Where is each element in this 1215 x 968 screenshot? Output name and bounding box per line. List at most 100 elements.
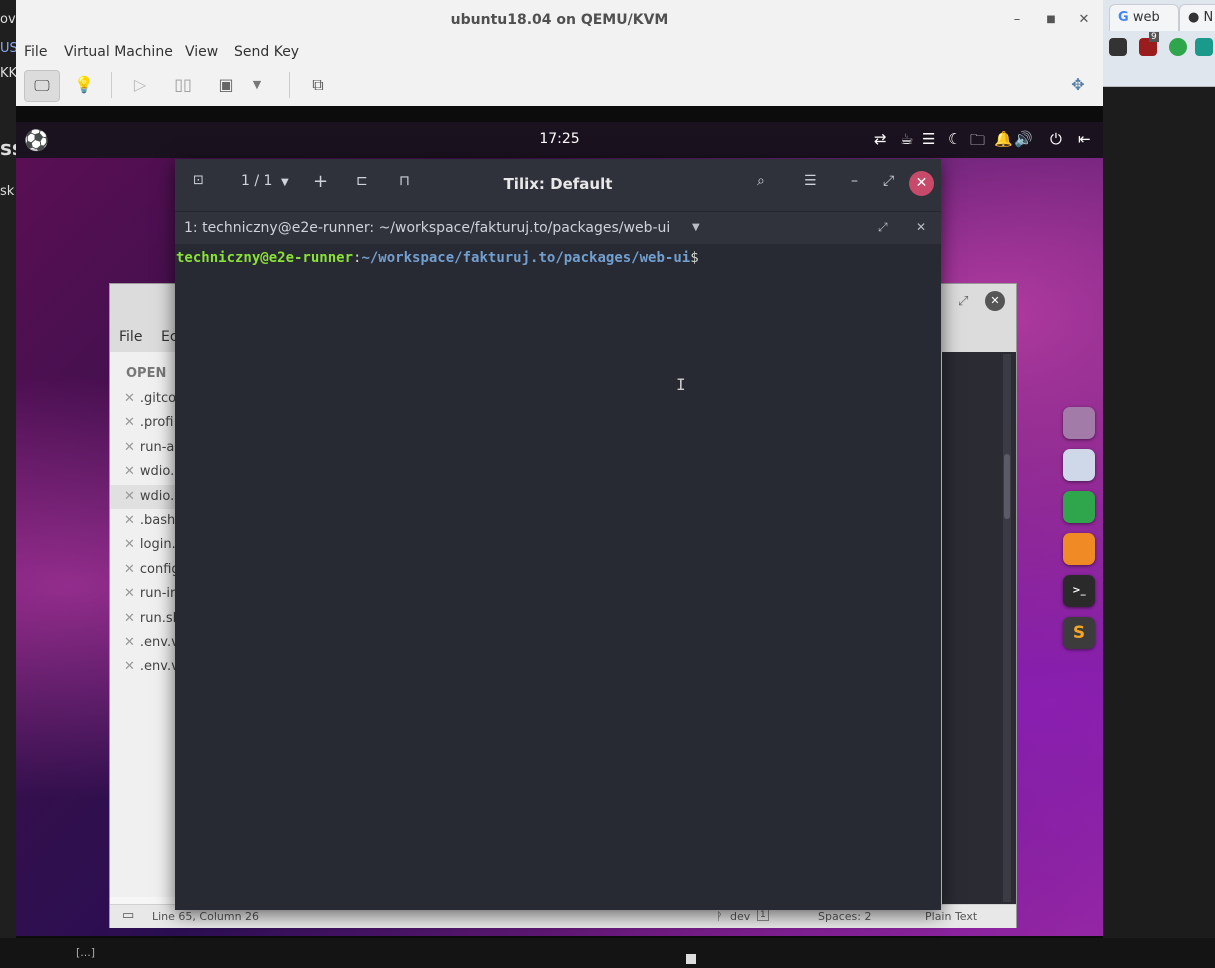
menu-virtual-machine[interactable]: Virtual Machine bbox=[64, 44, 173, 60]
host-left-edge: ov US KK ss sk bbox=[0, 0, 24, 968]
close-file-icon[interactable]: ✕ bbox=[124, 562, 135, 577]
vm-toolbar: 🖵 💡 ▷ ▯▯ ▣ ▼ ⧉ ✥ bbox=[16, 64, 1103, 107]
files-app-icon[interactable] bbox=[1063, 407, 1095, 439]
open-file-item[interactable]: ✕ .bash bbox=[124, 513, 180, 528]
folder-icon[interactable]: 🗀 bbox=[970, 130, 985, 155]
notification-bell-icon[interactable]: 🔔 bbox=[994, 130, 1013, 148]
open-file-item[interactable]: ✕ login. bbox=[124, 537, 180, 552]
open-file-item[interactable]: ✕ run-ir bbox=[124, 586, 180, 601]
maximize-icon[interactable]: ⤢ bbox=[883, 173, 894, 189]
open-file-item[interactable]: ✕ .env.v bbox=[124, 635, 180, 650]
open-file-item[interactable]: ✕ run.sl bbox=[124, 611, 180, 626]
open-file-item[interactable]: ✕ config bbox=[124, 562, 180, 577]
shutdown-menu-chevron-icon[interactable]: ▼ bbox=[247, 70, 267, 100]
details-view-button[interactable]: 💡 bbox=[67, 70, 101, 100]
cursor-position[interactable]: Line 65, Column 26 bbox=[152, 910, 259, 923]
browser-tab[interactable]: ● N bbox=[1179, 4, 1215, 31]
minimize-icon[interactable]: – bbox=[1007, 10, 1027, 30]
coffee-icon[interactable]: ☕ bbox=[900, 130, 913, 148]
search-icon[interactable]: ⌕ bbox=[757, 173, 765, 189]
file-name: .bash bbox=[139, 513, 176, 528]
pause-button[interactable]: ▯▯ bbox=[166, 70, 200, 100]
file-name: config bbox=[139, 562, 180, 577]
logout-icon[interactable]: ⇤ bbox=[1078, 130, 1091, 148]
prompt-path: ~/workspace/fakturuj.to/packages/web-ui bbox=[361, 250, 691, 266]
browser-tab[interactable]: G web bbox=[1109, 4, 1179, 31]
hamburger-menu-icon[interactable]: ☰ bbox=[804, 173, 817, 189]
close-icon[interactable]: ✕ bbox=[1074, 10, 1094, 30]
extension-icon[interactable] bbox=[1169, 38, 1187, 56]
open-file-item[interactable]: ✕ .profi bbox=[124, 415, 180, 430]
terminal-title[interactable]: 1: techniczny@e2e-runner: ~/workspace/fa… bbox=[184, 220, 670, 236]
web-browser-app-icon[interactable] bbox=[1063, 449, 1095, 481]
close-file-icon[interactable]: ✕ bbox=[124, 586, 135, 601]
add-terminal-right-icon[interactable]: ⊏ bbox=[356, 173, 368, 189]
sublime-text-app-icon[interactable]: S bbox=[1063, 617, 1095, 649]
terminal-app-icon[interactable]: >_ bbox=[1063, 575, 1095, 607]
close-file-icon[interactable]: ✕ bbox=[124, 659, 135, 674]
add-session-icon[interactable]: + bbox=[313, 171, 328, 192]
git-branch[interactable]: dev bbox=[730, 910, 750, 923]
language-setting[interactable]: Plain Text bbox=[925, 910, 977, 923]
fullscreen-icon[interactable]: ✥ bbox=[1061, 70, 1095, 100]
host-fragment: ov bbox=[0, 12, 16, 27]
terminal-close-icon[interactable]: ✕ bbox=[916, 220, 926, 234]
terminal-maximize-icon[interactable]: ⤢ bbox=[878, 220, 888, 235]
menu-file[interactable]: File bbox=[24, 44, 47, 60]
power-icon[interactable]: ⏻ bbox=[1050, 130, 1062, 148]
maximize-icon[interactable]: ■ bbox=[1041, 10, 1061, 30]
guest-clock[interactable]: 17:25 bbox=[16, 131, 1103, 147]
gedit-close-icon[interactable]: ✕ bbox=[985, 291, 1005, 311]
run-button[interactable]: ▷ bbox=[123, 70, 157, 100]
reader-icon[interactable] bbox=[1109, 38, 1127, 56]
terminal-chevron-down-icon[interactable]: ▼ bbox=[692, 222, 700, 233]
close-file-icon[interactable]: ✕ bbox=[124, 635, 135, 650]
indentation-setting[interactable]: Spaces: 2 bbox=[818, 910, 871, 923]
menu-send-key[interactable]: Send Key bbox=[234, 44, 299, 60]
session-chevron-down-icon[interactable]: ▼ bbox=[281, 177, 289, 188]
volume-icon[interactable]: 🔊 bbox=[1014, 130, 1033, 148]
menu-icon[interactable]: ☰ bbox=[922, 130, 935, 148]
sidebar-toggle-icon[interactable]: ▭ bbox=[122, 908, 134, 923]
close-file-icon[interactable]: ✕ bbox=[124, 391, 135, 406]
ublock-icon[interactable]: 9 bbox=[1139, 32, 1159, 56]
open-file-item[interactable]: ✕ .gitco bbox=[124, 391, 180, 406]
gedit-vertical-scrollbar[interactable] bbox=[1003, 354, 1011, 902]
shutdown-button[interactable]: ▣ bbox=[209, 70, 243, 100]
close-file-icon[interactable]: ✕ bbox=[124, 415, 135, 430]
open-file-item[interactable]: ✕ run-a bbox=[124, 440, 180, 455]
file-name: run.sl bbox=[139, 611, 177, 626]
minimize-icon[interactable]: – bbox=[851, 173, 858, 189]
file-name: .gitco bbox=[139, 391, 177, 406]
console-view-button[interactable]: 🖵 bbox=[24, 70, 60, 102]
file-name: run-ir bbox=[139, 586, 176, 601]
file-name: run-a bbox=[139, 440, 175, 455]
close-file-icon[interactable]: ✕ bbox=[124, 611, 135, 626]
toolbar-separator bbox=[111, 72, 112, 98]
terminal-area[interactable]: techniczny@e2e-runner:~/workspace/faktur… bbox=[175, 244, 941, 910]
terminal-sidebar-icon[interactable]: ⊡ bbox=[193, 173, 204, 188]
menu-view[interactable]: View bbox=[185, 44, 218, 60]
scrollbar-thumb[interactable] bbox=[1004, 454, 1010, 519]
host-browser: G web ● N 9 bbox=[1103, 0, 1215, 87]
close-file-icon[interactable]: ✕ bbox=[124, 537, 135, 552]
close-file-icon[interactable]: ✕ bbox=[124, 440, 135, 455]
gedit-menu-file[interactable]: File bbox=[119, 329, 142, 345]
open-file-item[interactable]: ✕ wdio. bbox=[124, 464, 180, 479]
open-file-item[interactable]: ✕ .env.v bbox=[124, 659, 180, 674]
close-icon[interactable]: ✕ bbox=[909, 171, 934, 196]
snapshots-button[interactable]: ⧉ bbox=[301, 70, 335, 100]
file-name: login. bbox=[139, 537, 176, 552]
close-file-icon[interactable]: ✕ bbox=[124, 513, 135, 528]
firefox-app-icon[interactable] bbox=[1063, 533, 1095, 565]
extension-icon[interactable] bbox=[1195, 38, 1213, 56]
night-light-icon[interactable]: ☾ bbox=[948, 130, 961, 148]
chrome-app-icon[interactable] bbox=[1063, 491, 1095, 523]
open-file-item-selected[interactable]: ✕ wdio. bbox=[110, 485, 180, 509]
close-file-icon[interactable]: ✕ bbox=[124, 489, 135, 504]
session-counter[interactable]: 1 / 1 bbox=[241, 173, 272, 189]
add-terminal-down-icon[interactable]: ⊓ bbox=[399, 173, 410, 189]
gedit-expand-icon[interactable]: ⤢ bbox=[958, 294, 968, 309]
network-arrows-icon[interactable]: ⇄ bbox=[874, 130, 887, 148]
close-file-icon[interactable]: ✕ bbox=[124, 464, 135, 479]
